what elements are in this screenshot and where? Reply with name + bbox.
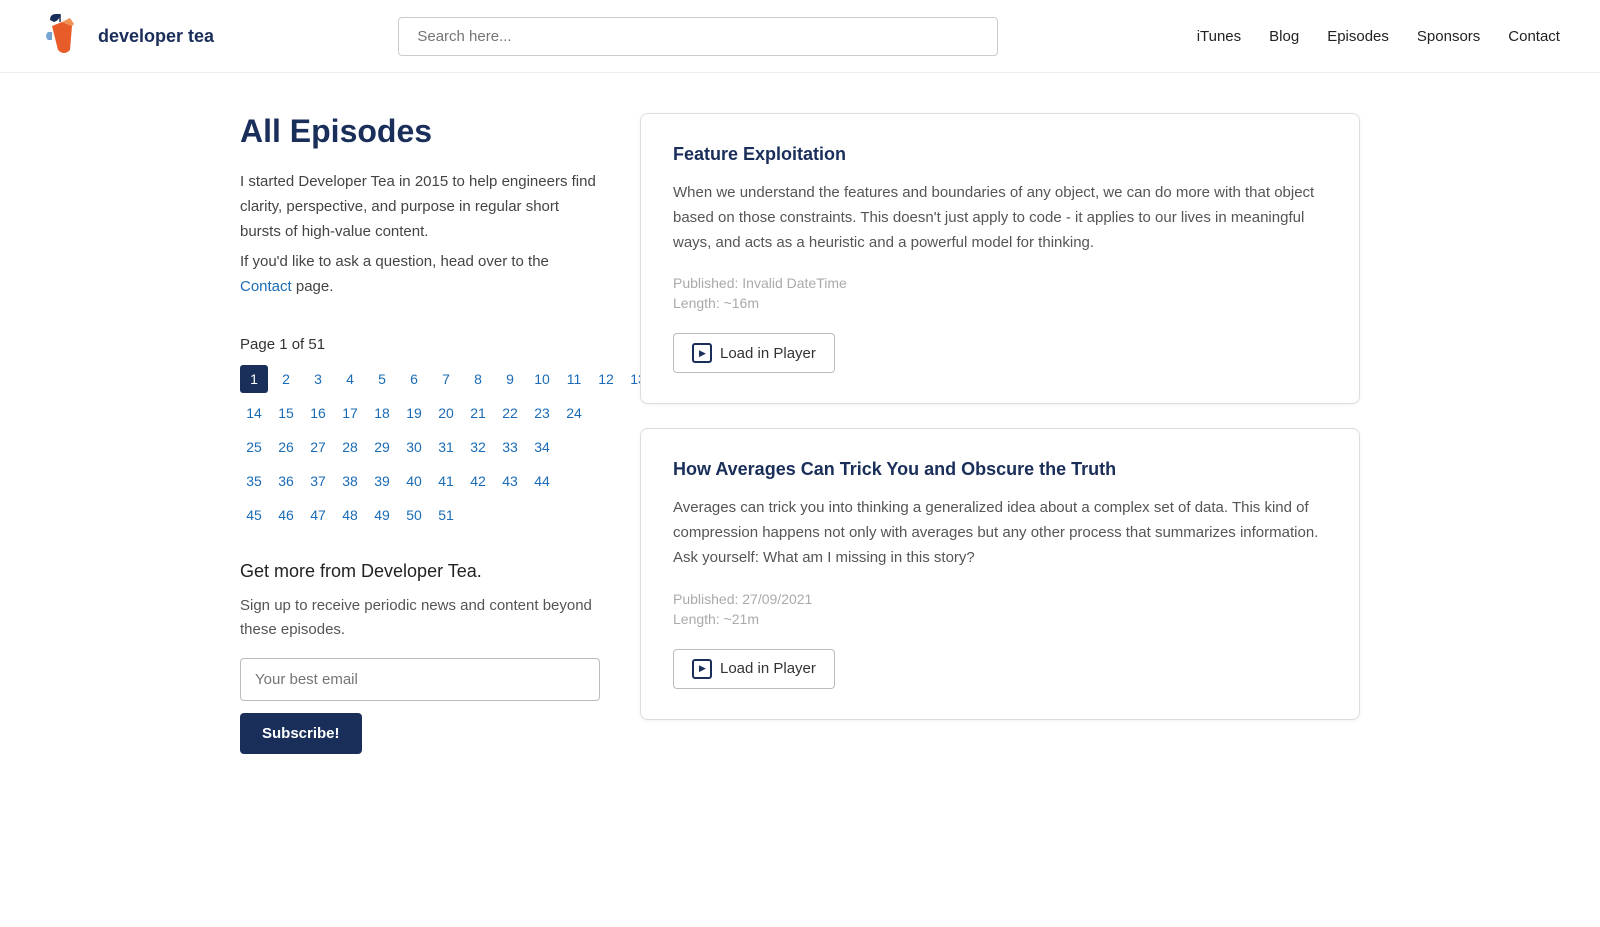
page-title: All Episodes: [240, 113, 600, 150]
page-num-17[interactable]: 17: [336, 399, 364, 427]
page-num-11[interactable]: 11: [560, 365, 588, 393]
page-num-48[interactable]: 48: [336, 501, 364, 529]
pagination-label: Page 1 of 51: [240, 336, 600, 353]
page-num-4[interactable]: 4: [336, 365, 364, 393]
main-nav: iTunes Blog Episodes Sponsors Contact: [1157, 28, 1560, 45]
pagination-container: 1234567891011121314151617181920212223242…: [240, 365, 600, 531]
page-num-18[interactable]: 18: [368, 399, 396, 427]
intro-paragraph-1: I started Developer Tea in 2015 to help …: [240, 170, 600, 244]
page-num-41[interactable]: 41: [432, 467, 460, 495]
page-num-2[interactable]: 2: [272, 365, 300, 393]
page-num-6[interactable]: 6: [400, 365, 428, 393]
newsletter-section: Get more from Developer Tea. Sign up to …: [240, 561, 600, 754]
episode-published-1: Published: Invalid DateTime: [673, 275, 1327, 291]
page-num-10[interactable]: 10: [528, 365, 556, 393]
left-column: All Episodes I started Developer Tea in …: [240, 113, 600, 754]
subscribe-button[interactable]: Subscribe!: [240, 713, 362, 754]
page-num-42[interactable]: 42: [464, 467, 492, 495]
right-column: Feature Exploitation When we understand …: [640, 113, 1360, 754]
page-num-19[interactable]: 19: [400, 399, 428, 427]
nav-blog[interactable]: Blog: [1269, 28, 1299, 45]
logo-link[interactable]: developer tea: [40, 12, 240, 60]
page-num-30[interactable]: 30: [400, 433, 428, 461]
page-num-40[interactable]: 40: [400, 467, 428, 495]
load-player-button-1[interactable]: Load in Player: [673, 333, 835, 373]
page-num-32[interactable]: 32: [464, 433, 492, 461]
page-num-24[interactable]: 24: [560, 399, 588, 427]
logo-icon: [40, 12, 88, 60]
player-icon-2: [692, 659, 712, 679]
newsletter-title: Get more from Developer Tea.: [240, 561, 600, 582]
page-num-34[interactable]: 34: [528, 433, 556, 461]
nav-contact[interactable]: Contact: [1508, 28, 1560, 45]
search-input[interactable]: [398, 17, 998, 56]
contact-link[interactable]: Contact: [240, 278, 292, 295]
page-num-22[interactable]: 22: [496, 399, 524, 427]
page-num-9[interactable]: 9: [496, 365, 524, 393]
page-num-49[interactable]: 49: [368, 501, 396, 529]
nav-sponsors[interactable]: Sponsors: [1417, 28, 1480, 45]
page-num-28[interactable]: 28: [336, 433, 364, 461]
main-content: All Episodes I started Developer Tea in …: [200, 113, 1400, 754]
episode-length-2: Length: ~21m: [673, 611, 1327, 627]
episode-card-1: Feature Exploitation When we understand …: [640, 113, 1360, 404]
load-player-label-1: Load in Player: [720, 345, 816, 362]
page-num-44[interactable]: 44: [528, 467, 556, 495]
page-num-33[interactable]: 33: [496, 433, 524, 461]
page-num-20[interactable]: 20: [432, 399, 460, 427]
page-num-35[interactable]: 35: [240, 467, 268, 495]
page-num-3[interactable]: 3: [304, 365, 332, 393]
logo-text: developer tea: [98, 26, 214, 47]
page-num-7[interactable]: 7: [432, 365, 460, 393]
episode-length-1: Length: ~16m: [673, 295, 1327, 311]
site-header: developer tea iTunes Blog Episodes Spons…: [0, 0, 1600, 73]
newsletter-desc: Sign up to receive periodic news and con…: [240, 594, 600, 642]
page-num-36[interactable]: 36: [272, 467, 300, 495]
intro-paragraph-2: If you'd like to ask a question, head ov…: [240, 250, 600, 300]
page-num-16[interactable]: 16: [304, 399, 332, 427]
page-num-45[interactable]: 45: [240, 501, 268, 529]
page-num-50[interactable]: 50: [400, 501, 428, 529]
nav-itunes[interactable]: iTunes: [1197, 28, 1241, 45]
page-num-51[interactable]: 51: [432, 501, 460, 529]
episode-published-2: Published: 27/09/2021: [673, 591, 1327, 607]
episode-desc-1: When we understand the features and boun…: [673, 181, 1327, 255]
load-player-button-2[interactable]: Load in Player: [673, 649, 835, 689]
page-num-46[interactable]: 46: [272, 501, 300, 529]
page-num-47[interactable]: 47: [304, 501, 332, 529]
load-player-label-2: Load in Player: [720, 660, 816, 677]
player-icon-1: [692, 343, 712, 363]
page-num-5[interactable]: 5: [368, 365, 396, 393]
page-num-39[interactable]: 39: [368, 467, 396, 495]
page-num-21[interactable]: 21: [464, 399, 492, 427]
page-num-12[interactable]: 12: [592, 365, 620, 393]
page-num-26[interactable]: 26: [272, 433, 300, 461]
episode-desc-2: Averages can trick you into thinking a g…: [673, 496, 1327, 570]
page-num-27[interactable]: 27: [304, 433, 332, 461]
page-num-25[interactable]: 25: [240, 433, 268, 461]
search-container: [398, 17, 998, 56]
episode-card-2: How Averages Can Trick You and Obscure t…: [640, 428, 1360, 719]
page-num-38[interactable]: 38: [336, 467, 364, 495]
email-input[interactable]: [240, 658, 600, 701]
page-num-1[interactable]: 1: [240, 365, 268, 393]
page-num-37[interactable]: 37: [304, 467, 332, 495]
page-num-8[interactable]: 8: [464, 365, 492, 393]
page-num-15[interactable]: 15: [272, 399, 300, 427]
page-num-23[interactable]: 23: [528, 399, 556, 427]
page-num-43[interactable]: 43: [496, 467, 524, 495]
episode-title-1[interactable]: Feature Exploitation: [673, 144, 1327, 165]
page-num-14[interactable]: 14: [240, 399, 268, 427]
page-num-29[interactable]: 29: [368, 433, 396, 461]
page-num-31[interactable]: 31: [432, 433, 460, 461]
episode-title-2[interactable]: How Averages Can Trick You and Obscure t…: [673, 459, 1327, 480]
nav-episodes[interactable]: Episodes: [1327, 28, 1389, 45]
